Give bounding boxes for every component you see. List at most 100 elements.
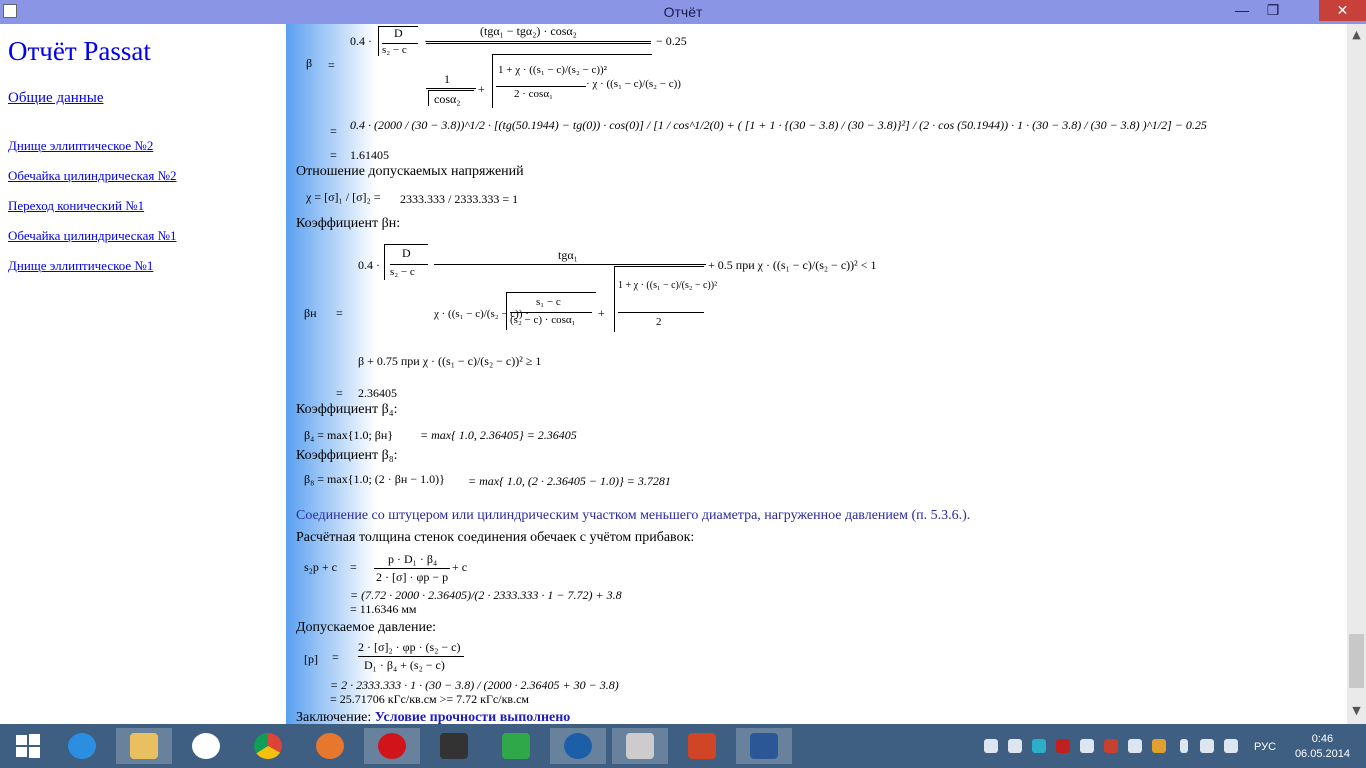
beta8-formula: β₈ = max{1.0; (2 · βн − 1.0)} (304, 472, 445, 486)
battery-icon[interactable] (1180, 739, 1188, 753)
equals: = (336, 306, 343, 320)
minimize-button[interactable]: — (1227, 0, 1257, 21)
chrome-icon (254, 733, 282, 759)
beta-coef: 0.4 · (350, 34, 372, 48)
cad-icon (626, 733, 654, 759)
beta4-value: = max{ 1.0, 2.36405} = 2.36405 (420, 428, 577, 442)
equals: = (330, 124, 337, 138)
equals: = (332, 650, 339, 664)
betaH-s2c: s₂ − c (390, 266, 415, 278)
maximize-button[interactable]: ❐ (1258, 0, 1288, 21)
language-indicator[interactable]: РУС (1254, 741, 1276, 753)
beta4-label: Коэффициент β₄: (296, 402, 398, 417)
taskbar-opera[interactable] (364, 728, 420, 764)
report-heading: Отчёт Passat (8, 36, 151, 66)
firefox-icon (316, 733, 344, 759)
link-item[interactable]: Обечайка цилиндрическая №1 (8, 228, 177, 244)
ratio-value: 2333.333 / 2333.333 = 1 (400, 192, 519, 206)
thickness-numerator: p · D₁ · β₄ (388, 552, 438, 566)
taskbar-hp[interactable] (178, 728, 234, 764)
conclusion-value: Условие прочности выполнено (374, 710, 571, 724)
equals: = (336, 386, 343, 400)
internet-explorer-icon (68, 733, 96, 759)
volume-icon[interactable] (1224, 739, 1238, 753)
beta-inner-top: 1 + χ · ((s₁ − c)/(s₂ − c))² (498, 64, 607, 76)
beta-s2c: s₂ − c (382, 44, 407, 56)
conclusion: Заключение: Условие прочности выполнено (296, 710, 570, 724)
link-item[interactable]: Переход конический №1 (8, 198, 144, 214)
plus: + (598, 306, 605, 320)
signal-icon[interactable] (1200, 739, 1214, 753)
thickness-plus-c: + c (452, 560, 468, 574)
tray-icon[interactable] (1032, 739, 1046, 753)
equals: = (330, 148, 337, 162)
fraction-bar (434, 264, 706, 265)
clock-date: 06.05.2014 (1294, 748, 1350, 760)
beta4-formula: β₄ = max{1.0; βн} (304, 428, 394, 442)
equals: = (328, 58, 335, 72)
betaH-D: D (402, 246, 411, 260)
fraction-bar (496, 86, 586, 87)
bluetooth-icon[interactable] (1080, 739, 1094, 753)
cloud-icon[interactable] (1008, 739, 1022, 753)
tray-icon[interactable] (1056, 739, 1070, 753)
opera-icon (378, 733, 406, 759)
fraction-bar (618, 312, 704, 313)
taskbar-explorer[interactable] (116, 728, 172, 764)
fraction-bar (426, 41, 651, 42)
betaH-den-mid-bottom: (s₂ − c) · cosα₁ (510, 314, 576, 326)
pressure-label: Допускаемое давление: (296, 620, 437, 635)
window-title: Отчёт (663, 4, 703, 20)
beta-chi-fraction: · χ · ((s₁ − c)/(s₂ − c)) (586, 78, 681, 90)
beta-inner-bottom: 2 · cosα₁ (514, 88, 553, 100)
link-general-data[interactable]: Общие данные (8, 90, 104, 107)
taskbar-word[interactable] (736, 728, 792, 764)
thickness-substitution: = (7.72 · 2000 · 2.36405)/(2 · 2333.333 … (350, 588, 622, 602)
thickness-label: Расчётная толщина стенок соединения обеч… (296, 530, 695, 545)
link-item[interactable]: Обечайка цилиндрическая №2 (8, 168, 177, 184)
betaH-symbol: βн (304, 306, 317, 320)
taskbar-cad[interactable] (612, 728, 668, 764)
start-button[interactable] (0, 728, 56, 764)
link-item[interactable]: Днище эллиптическое №1 (8, 258, 153, 274)
tray-icon[interactable] (1152, 739, 1166, 753)
clock[interactable]: 0:46 06.05.2014 (1295, 732, 1350, 762)
taskbar-chrome[interactable] (240, 728, 296, 764)
scroll-up-arrow-icon[interactable]: ▲ (1347, 28, 1366, 45)
ratio-label: Отношение допускаемых напряжений (296, 164, 524, 179)
taskbar-app[interactable] (426, 728, 482, 764)
pressure-numerator: 2 · [σ]₂ · φр · (s₂ − c) (358, 640, 461, 654)
equals: = (350, 560, 357, 574)
hp-icon (192, 733, 220, 759)
pressure-denominator: D₁ · β₄ + (s₂ − c) (364, 658, 445, 672)
clock-time: 0:46 (1311, 733, 1334, 745)
betaH-alt-condition: β + 0.75 при χ · ((s₁ − c)/(s₂ − c))² ≥ … (358, 354, 542, 368)
betaH-den-right-bottom: 2 (656, 316, 662, 328)
beta-result: 1.61405 (350, 148, 389, 162)
beta-D: D (394, 26, 403, 40)
snowflake-icon[interactable] (1128, 739, 1142, 753)
betaH-coef: 0.4 · (358, 258, 380, 272)
vertical-scrollbar[interactable]: ▲ ▼ (1347, 24, 1366, 724)
taskbar-ie[interactable] (54, 728, 110, 764)
taskbar-firefox[interactable] (302, 728, 358, 764)
beta-symbol: β (306, 56, 313, 70)
folder-icon (130, 733, 158, 759)
tray-icon[interactable] (1104, 739, 1118, 753)
close-button[interactable]: ✕ (1319, 0, 1366, 21)
taskbar-store[interactable] (488, 728, 544, 764)
scroll-down-arrow-icon[interactable]: ▼ (1347, 704, 1366, 721)
plus: + (478, 82, 485, 96)
scroll-thumb[interactable] (1349, 634, 1364, 688)
beta-numerator: (tgα₁ − tgα₂) · cosα₂ (480, 24, 577, 38)
pressure-result: = 25.71706 кГс/кв.см >= 7.72 кГс/кв.см (330, 692, 529, 706)
beta-cos: cosα₂ (434, 92, 461, 106)
taskbar-powerpoint[interactable] (674, 728, 730, 764)
tray-icon[interactable] (984, 739, 998, 753)
beta8-label: Коэффициент β₈: (296, 448, 398, 463)
fraction-bar (374, 568, 450, 569)
taskbar-passat[interactable] (550, 728, 606, 764)
link-item[interactable]: Днище эллиптическое №2 (8, 138, 153, 154)
betaH-den-mid-top: s₁ − c (536, 296, 561, 308)
thickness-denominator: 2 · [σ] · φр − p (376, 570, 449, 584)
